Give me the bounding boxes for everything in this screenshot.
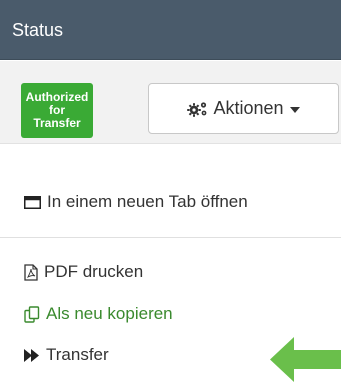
menu-item-label: Transfer [46, 345, 109, 364]
badge-line-3: Transfer [33, 116, 81, 130]
status-badge: Authorized for Transfer [21, 83, 93, 138]
fast-forward-icon [24, 348, 40, 362]
status-header: Status [0, 0, 341, 60]
menu-item-label: In einem neuen Tab öffnen [47, 192, 248, 211]
copy-icon [24, 305, 40, 323]
menu-item-transfer[interactable]: Transfer [24, 345, 109, 365]
menu-item-open-new-tab[interactable]: In einem neuen Tab öffnen [24, 192, 248, 212]
gears-icon [187, 100, 209, 118]
window-icon [24, 195, 41, 209]
actions-label: Aktionen [213, 98, 284, 118]
pointer-arrow-icon [270, 337, 341, 382]
pdf-file-icon [24, 263, 38, 281]
menu-item-label: Als neu kopieren [46, 304, 173, 323]
menu-item-label: PDF drucken [44, 262, 144, 281]
header-title: Status [12, 20, 64, 40]
menu-item-print-pdf[interactable]: PDF drucken [24, 262, 143, 282]
menu-divider [0, 237, 341, 238]
menu-item-copy-as-new[interactable]: Als neu kopieren [24, 304, 173, 324]
caret-down-icon [289, 107, 300, 113]
actions-dropdown-button[interactable]: Aktionen [148, 83, 339, 134]
